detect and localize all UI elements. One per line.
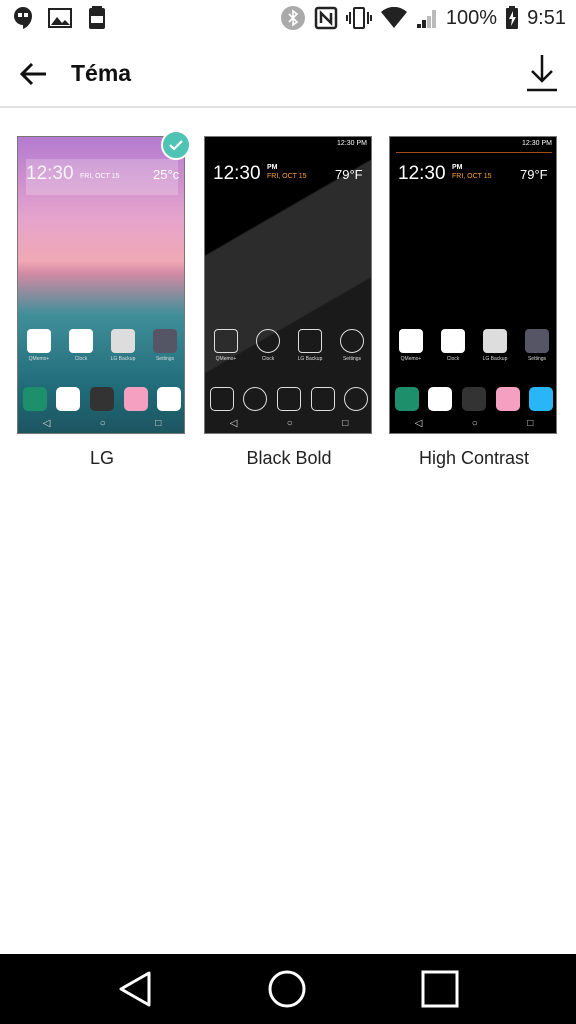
arrow-left-icon [19, 62, 46, 86]
preview-pm: PM [267, 164, 278, 171]
preview-clock: 12:30 [26, 163, 74, 184]
preview-app-row: QMemo+ Clock LG Backup Settings [390, 329, 556, 362]
recents-square-icon [421, 970, 459, 1008]
preview-temp: 79°F [520, 167, 548, 182]
nav-back-button[interactable] [115, 969, 155, 1009]
back-triangle-icon [119, 971, 151, 1007]
theme-preview-black-bold: 12:30 PM 12:30 PM FRI, OCT 15 79°F QMemo… [204, 136, 372, 434]
nav-recents-button[interactable] [420, 969, 460, 1009]
battery-percent: 100% [445, 6, 498, 29]
preview-nav: ◁ ○ □ [42, 418, 162, 429]
preview-date: FRI, OCT 15 [80, 173, 120, 180]
home-circle-icon [268, 970, 306, 1008]
nav-home-button[interactable] [267, 969, 307, 1009]
back-button[interactable] [14, 54, 54, 94]
nfc-icon [314, 6, 338, 30]
theme-card-lg[interactable]: 12:30 FRI, OCT 15 25°c QMemo+ Clock LG B… [17, 130, 191, 468]
status-bar: 100% 9:51 [0, 0, 576, 40]
theme-card-black-bold[interactable]: 12:30 PM 12:30 PM FRI, OCT 15 79°F QMemo… [204, 136, 374, 468]
preview-temp: 79°F [335, 167, 363, 182]
preview-nav: ◁ ○ □ [414, 418, 534, 429]
preview-nav: ◁ ○ □ [229, 418, 349, 429]
preview-status-time: 12:30 PM [522, 140, 552, 147]
theme-card-high-contrast[interactable]: 12:30 PM 12:30 PM FRI, OCT 15 79°F QMemo… [389, 136, 559, 468]
selected-check-icon [161, 130, 191, 160]
navigation-bar [0, 954, 576, 1024]
preview-app-row: QMemo+ Clock LG Backup Settings [18, 329, 184, 362]
preview-temp: 25°c [153, 167, 180, 182]
vibrate-icon [345, 7, 372, 29]
preview-date: FRI, OCT 15 [267, 173, 307, 180]
preview-dock [205, 387, 371, 411]
preview-date: FRI, OCT 15 [452, 173, 492, 180]
theme-preview-high-contrast: 12:30 PM 12:30 PM FRI, OCT 15 79°F QMemo… [389, 136, 557, 434]
preview-clock: 12:30 [398, 163, 446, 184]
theme-preview-lg: 12:30 FRI, OCT 15 25°c QMemo+ Clock LG B… [17, 136, 185, 434]
preview-dock [18, 387, 184, 411]
theme-screen: 100% 9:51 Téma 12:30 FRI, OCT 15 25°c QM… [0, 0, 576, 1024]
preview-dock [390, 387, 556, 411]
hangouts-icon [14, 7, 32, 29]
preview-clock: 12:30 [213, 163, 261, 184]
status-right-icons: 100% 9:51 [280, 5, 566, 31]
status-left-icons [12, 6, 108, 30]
download-icon [527, 55, 557, 92]
signal-icon [416, 10, 436, 28]
wifi-icon [380, 7, 407, 28]
theme-label: LG [89, 448, 114, 468]
bluetooth-icon [280, 6, 305, 30]
preview-app-row: QMemo+ Clock LG Backup Settings [205, 329, 371, 362]
gallery-icon [48, 8, 72, 28]
theme-label: High Contrast [418, 448, 530, 468]
app-bar: Téma [0, 40, 576, 108]
status-time: 9:51 [527, 6, 566, 29]
download-button[interactable] [524, 52, 560, 94]
preview-pm: PM [452, 164, 463, 171]
theme-label: Black Bold [246, 448, 332, 468]
data-saver-icon [89, 6, 105, 29]
preview-status-time: 12:30 PM [337, 140, 367, 147]
page-title: Téma [71, 60, 132, 86]
battery-icon [506, 6, 519, 29]
